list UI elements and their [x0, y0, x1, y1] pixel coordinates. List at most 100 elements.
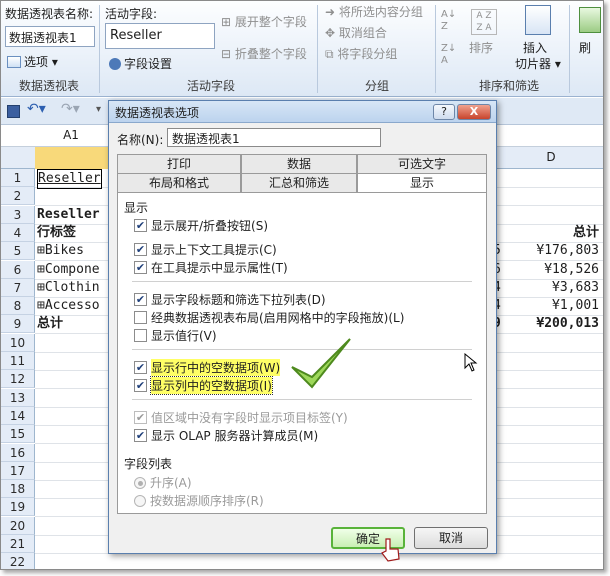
row-header[interactable]: 11: [1, 352, 35, 370]
pivot-name-input[interactable]: 数据透视表1: [5, 26, 95, 47]
row-header[interactable]: 14: [1, 406, 35, 425]
cell-d[interactable]: ¥200,013: [536, 315, 599, 333]
cancel-button[interactable]: 取消: [414, 527, 488, 549]
ungroup-button[interactable]: ✥ 取消组合: [325, 24, 387, 41]
checkbox[interactable]: ✔: [134, 243, 147, 256]
cell-d[interactable]: ¥3,683: [552, 279, 599, 297]
hand-cursor-icon: [381, 538, 400, 562]
radio-ascending-label: 升序(A): [150, 476, 192, 490]
checkbox[interactable]: ✔: [134, 293, 147, 306]
row-header[interactable]: 10: [1, 333, 35, 352]
option-checkbox-row[interactable]: ✔ 在工具提示中显示属性(T): [134, 259, 288, 276]
save-icon[interactable]: [7, 105, 20, 118]
row-header[interactable]: 8: [1, 297, 35, 316]
cell-a[interactable]: 总计: [37, 315, 63, 333]
option-label: 显示值行(V): [151, 329, 217, 343]
field-settings-button[interactable]: 字段设置: [109, 55, 172, 72]
checkbox[interactable]: ✔: [134, 411, 147, 424]
insert-slicer-button[interactable]: 插入: [523, 39, 547, 56]
expand-all-button[interactable]: ⊞ 展开整个字段: [221, 13, 307, 30]
row-header[interactable]: 17: [1, 461, 35, 480]
checkbox[interactable]: ✔: [134, 361, 147, 374]
cell-a[interactable]: 行标签: [37, 224, 76, 242]
option-checkbox-row[interactable]: ✔ 显示 OLAP 服务器计算成员(M): [134, 427, 318, 444]
options-button[interactable]: 选项 ▾: [7, 53, 58, 70]
checkbox[interactable]: [134, 311, 147, 324]
radio-source-order[interactable]: 按数据源顺序排序(R): [134, 492, 264, 509]
field-settings-label: 字段设置: [124, 57, 173, 71]
cell-a[interactable]: ⊞Clothin: [37, 279, 100, 297]
section-display: 显示: [124, 201, 149, 215]
close-button[interactable]: X: [457, 104, 491, 120]
sort-button[interactable]: 排序: [469, 39, 493, 56]
field-settings-icon: [109, 58, 121, 70]
tab-top[interactable]: 可选文字: [357, 154, 487, 174]
cell-d[interactable]: ¥18,526: [544, 261, 599, 279]
refresh-button[interactable]: 刷: [579, 39, 591, 56]
row-header[interactable]: 16: [1, 443, 35, 462]
tab-bottom[interactable]: 布局和格式: [117, 173, 241, 193]
tab-top[interactable]: 数据: [241, 154, 357, 174]
cell-d[interactable]: ¥176,803: [536, 242, 599, 260]
active-field-input[interactable]: Reseller: [105, 23, 215, 49]
group-selection-button[interactable]: ➜ 将所选内容分组: [325, 3, 423, 20]
row-header[interactable]: 9: [1, 315, 35, 334]
option-checkbox-row[interactable]: 显示值行(V): [134, 327, 217, 344]
cell-a[interactable]: ⊞Bikes: [37, 242, 84, 260]
tab-display[interactable]: 显示: [357, 173, 487, 193]
checkbox[interactable]: ✔: [134, 429, 147, 442]
undo-icon[interactable]: ↶▾: [27, 101, 46, 117]
radio-dot: [134, 476, 146, 489]
option-checkbox-row[interactable]: 经典数据透视表布局(启用网格中的字段拖放)(L): [134, 309, 404, 326]
column-header-a[interactable]: [35, 147, 109, 169]
slicer-icon: [525, 5, 551, 35]
cell-a[interactable]: ⊞Accesso: [37, 297, 100, 315]
row-header[interactable]: 1: [1, 169, 35, 187]
sort-az-button[interactable]: A↓ Z: [441, 9, 456, 33]
row-header[interactable]: 21: [1, 535, 35, 553]
sort-za-button[interactable]: Z↓ A: [441, 43, 456, 67]
customize-icon[interactable]: ▾: [96, 104, 101, 115]
cell-a[interactable]: Reseller: [37, 169, 102, 189]
checkbox[interactable]: ✔: [134, 219, 147, 232]
group-sort-filter-label: 排序和筛选: [479, 79, 540, 93]
row-header[interactable]: 15: [1, 425, 35, 444]
checkbox[interactable]: ✔: [134, 379, 147, 392]
tab-top[interactable]: 打印: [117, 154, 241, 174]
cell-a[interactable]: Reseller: [37, 206, 100, 224]
help-button[interactable]: ?: [433, 104, 455, 120]
row-header[interactable]: 2: [1, 187, 35, 206]
row-header[interactable]: 22: [1, 553, 35, 569]
option-checkbox-row[interactable]: ✔ 值区域中没有字段时显示项目标签(Y): [134, 409, 348, 426]
collapse-all-button[interactable]: ⊟ 折叠整个字段: [221, 45, 307, 62]
row-header[interactable]: 3: [1, 205, 35, 224]
cell-a[interactable]: ⊞Compone: [37, 261, 100, 279]
refresh-icon: [579, 7, 601, 33]
cell-d[interactable]: 总计: [573, 224, 599, 242]
option-label: 显示字段标题和筛选下拉列表(D): [151, 293, 326, 307]
row-header[interactable]: 4: [1, 223, 35, 242]
row-header[interactable]: 12: [1, 370, 35, 389]
row-header[interactable]: 19: [1, 498, 35, 517]
option-checkbox-row[interactable]: ✔ 显示字段标题和筛选下拉列表(D): [134, 291, 326, 308]
column-header-d[interactable]: D: [499, 150, 603, 164]
option-checkbox-row[interactable]: ✔ 显示列中的空数据项(I): [134, 376, 273, 395]
name-box[interactable]: A1: [35, 128, 107, 142]
option-checkbox-row[interactable]: ✔ 显示上下文工具提示(C): [134, 241, 277, 258]
option-checkbox-row[interactable]: ✔ 显示展开/折叠按钮(S): [134, 217, 268, 234]
checkbox[interactable]: ✔: [134, 261, 147, 274]
option-checkbox-row[interactable]: ✔ 显示行中的空数据项(W): [134, 359, 281, 376]
row-header[interactable]: 13: [1, 388, 35, 407]
row-header[interactable]: 18: [1, 480, 35, 499]
row-header[interactable]: 7: [1, 278, 35, 297]
row-header[interactable]: 20: [1, 516, 35, 535]
row-header[interactable]: 6: [1, 260, 35, 279]
checkbox[interactable]: [134, 329, 147, 342]
radio-ascending[interactable]: 升序(A): [134, 474, 192, 491]
group-field-button[interactable]: ⧉ 将字段分组: [325, 45, 397, 62]
tab-bottom[interactable]: 汇总和筛选: [241, 173, 357, 193]
cell-d[interactable]: ¥1,001: [552, 297, 599, 315]
name-input[interactable]: 数据透视表1: [167, 128, 381, 147]
row-header[interactable]: 5: [1, 242, 35, 261]
redo-icon[interactable]: ↷▾: [61, 101, 80, 117]
